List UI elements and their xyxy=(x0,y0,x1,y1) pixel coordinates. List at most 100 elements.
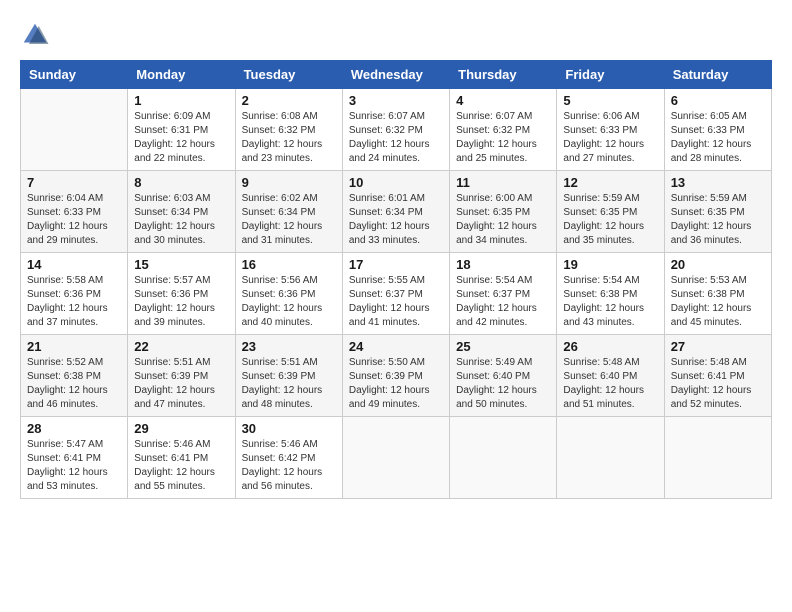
calendar-cell: 20Sunrise: 5:53 AMSunset: 6:38 PMDayligh… xyxy=(664,253,771,335)
calendar-cell: 14Sunrise: 5:58 AMSunset: 6:36 PMDayligh… xyxy=(21,253,128,335)
weekday-monday: Monday xyxy=(128,61,235,89)
day-info: Sunrise: 5:52 AMSunset: 6:38 PMDaylight:… xyxy=(27,356,121,412)
day-number: 5 xyxy=(563,93,657,108)
calendar-cell: 16Sunrise: 5:56 AMSunset: 6:36 PMDayligh… xyxy=(235,253,342,335)
weekday-saturday: Saturday xyxy=(664,61,771,89)
day-number: 17 xyxy=(349,257,443,272)
day-number: 16 xyxy=(242,257,336,272)
day-number: 24 xyxy=(349,339,443,354)
day-number: 9 xyxy=(242,175,336,190)
day-info: Sunrise: 6:07 AMSunset: 6:32 PMDaylight:… xyxy=(456,110,550,166)
day-info: Sunrise: 5:46 AMSunset: 6:42 PMDaylight:… xyxy=(242,438,336,494)
calendar-cell: 25 Sunrise: 5:49 AMSunset: 6:40 PMDayligh… xyxy=(450,335,557,417)
calendar-cell: 1 Sunrise: 6:09 AMSunset: 6:31 PMDaylight… xyxy=(128,89,235,171)
weekday-tuesday: Tuesday xyxy=(235,61,342,89)
calendar-cell xyxy=(21,89,128,171)
calendar-body: 1 Sunrise: 6:09 AMSunset: 6:31 PMDaylight… xyxy=(21,89,772,499)
day-number: 21 xyxy=(27,339,121,354)
calendar-week-2: 7Sunrise: 6:04 AMSunset: 6:33 PMDaylight… xyxy=(21,171,772,253)
calendar-cell: 28 Sunrise: 5:47 AMSunset: 6:41 PMDayligh… xyxy=(21,417,128,499)
calendar-cell: 10 Sunrise: 6:01 AMSunset: 6:34 PMDayligh… xyxy=(342,171,449,253)
day-info: Sunrise: 5:48 AMSunset: 6:41 PMDaylight:… xyxy=(671,356,765,412)
day-info: Sunrise: 6:01 AMSunset: 6:34 PMDaylight:… xyxy=(349,192,443,248)
day-info: Sunrise: 6:09 AMSunset: 6:31 PMDaylight:… xyxy=(134,110,228,166)
day-number: 2 xyxy=(242,93,336,108)
day-number: 12 xyxy=(563,175,657,190)
calendar-week-1: 1 Sunrise: 6:09 AMSunset: 6:31 PMDaylight… xyxy=(21,89,772,171)
calendar-cell: 21 Sunrise: 5:52 AMSunset: 6:38 PMDayligh… xyxy=(21,335,128,417)
calendar-cell: 9 Sunrise: 6:02 AMSunset: 6:34 PMDaylight… xyxy=(235,171,342,253)
calendar-cell: 12 Sunrise: 5:59 AMSunset: 6:35 PMDayligh… xyxy=(557,171,664,253)
weekday-sunday: Sunday xyxy=(21,61,128,89)
day-number: 27 xyxy=(671,339,765,354)
day-number: 25 xyxy=(456,339,550,354)
day-info: Sunrise: 6:02 AMSunset: 6:34 PMDaylight:… xyxy=(242,192,336,248)
day-info: Sunrise: 5:59 AMSunset: 6:35 PMDaylight:… xyxy=(563,192,657,248)
calendar-cell: 23 Sunrise: 5:51 AMSunset: 6:39 PMDayligh… xyxy=(235,335,342,417)
day-info: Sunrise: 5:51 AMSunset: 6:39 PMDaylight:… xyxy=(242,356,336,412)
calendar-cell: 11 Sunrise: 6:00 AMSunset: 6:35 PMDayligh… xyxy=(450,171,557,253)
day-number: 4 xyxy=(456,93,550,108)
calendar-cell: 3 Sunrise: 6:07 AMSunset: 6:32 PMDaylight… xyxy=(342,89,449,171)
day-info: Sunrise: 6:03 AMSunset: 6:34 PMDaylight:… xyxy=(134,192,228,248)
day-number: 6 xyxy=(671,93,765,108)
day-number: 28 xyxy=(27,421,121,436)
calendar-week-5: 28 Sunrise: 5:47 AMSunset: 6:41 PMDayligh… xyxy=(21,417,772,499)
day-number: 3 xyxy=(349,93,443,108)
day-number: 19 xyxy=(563,257,657,272)
day-info: Sunrise: 5:47 AMSunset: 6:41 PMDaylight:… xyxy=(27,438,121,494)
calendar-cell: 29Sunrise: 5:46 AMSunset: 6:41 PMDayligh… xyxy=(128,417,235,499)
weekday-thursday: Thursday xyxy=(450,61,557,89)
calendar-cell: 2 Sunrise: 6:08 AMSunset: 6:32 PMDaylight… xyxy=(235,89,342,171)
calendar-cell xyxy=(342,417,449,499)
calendar-cell: 5 Sunrise: 6:06 AMSunset: 6:33 PMDaylight… xyxy=(557,89,664,171)
day-number: 15 xyxy=(134,257,228,272)
day-number: 29 xyxy=(134,421,228,436)
weekday-wednesday: Wednesday xyxy=(342,61,449,89)
logo xyxy=(20,20,54,50)
day-number: 10 xyxy=(349,175,443,190)
day-info: Sunrise: 5:54 AMSunset: 6:38 PMDaylight:… xyxy=(563,274,657,330)
calendar-cell: 7Sunrise: 6:04 AMSunset: 6:33 PMDaylight… xyxy=(21,171,128,253)
day-info: Sunrise: 5:51 AMSunset: 6:39 PMDaylight:… xyxy=(134,356,228,412)
day-info: Sunrise: 5:49 AMSunset: 6:40 PMDaylight:… xyxy=(456,356,550,412)
day-number: 26 xyxy=(563,339,657,354)
calendar-cell: 26 Sunrise: 5:48 AMSunset: 6:40 PMDayligh… xyxy=(557,335,664,417)
day-number: 11 xyxy=(456,175,550,190)
day-info: Sunrise: 6:07 AMSunset: 6:32 PMDaylight:… xyxy=(349,110,443,166)
page-header xyxy=(20,20,772,50)
day-info: Sunrise: 5:59 AMSunset: 6:35 PMDaylight:… xyxy=(671,192,765,248)
day-number: 30 xyxy=(242,421,336,436)
logo-icon xyxy=(20,20,50,50)
calendar-cell: 4 Sunrise: 6:07 AMSunset: 6:32 PMDaylight… xyxy=(450,89,557,171)
day-info: Sunrise: 5:55 AMSunset: 6:37 PMDaylight:… xyxy=(349,274,443,330)
calendar-cell: 22 Sunrise: 5:51 AMSunset: 6:39 PMDayligh… xyxy=(128,335,235,417)
day-info: Sunrise: 5:53 AMSunset: 6:38 PMDaylight:… xyxy=(671,274,765,330)
calendar-cell xyxy=(557,417,664,499)
day-info: Sunrise: 6:00 AMSunset: 6:35 PMDaylight:… xyxy=(456,192,550,248)
day-number: 8 xyxy=(134,175,228,190)
day-number: 13 xyxy=(671,175,765,190)
day-info: Sunrise: 5:50 AMSunset: 6:39 PMDaylight:… xyxy=(349,356,443,412)
day-number: 1 xyxy=(134,93,228,108)
day-number: 18 xyxy=(456,257,550,272)
calendar-cell: 6 Sunrise: 6:05 AMSunset: 6:33 PMDaylight… xyxy=(664,89,771,171)
day-info: Sunrise: 5:48 AMSunset: 6:40 PMDaylight:… xyxy=(563,356,657,412)
calendar-cell: 8 Sunrise: 6:03 AMSunset: 6:34 PMDaylight… xyxy=(128,171,235,253)
day-number: 22 xyxy=(134,339,228,354)
calendar-cell: 15 Sunrise: 5:57 AMSunset: 6:36 PMDayligh… xyxy=(128,253,235,335)
weekday-header-row: SundayMondayTuesdayWednesdayThursdayFrid… xyxy=(21,61,772,89)
day-info: Sunrise: 6:08 AMSunset: 6:32 PMDaylight:… xyxy=(242,110,336,166)
calendar-cell xyxy=(450,417,557,499)
day-info: Sunrise: 5:58 AMSunset: 6:36 PMDaylight:… xyxy=(27,274,121,330)
day-info: Sunrise: 5:54 AMSunset: 6:37 PMDaylight:… xyxy=(456,274,550,330)
day-info: Sunrise: 6:06 AMSunset: 6:33 PMDaylight:… xyxy=(563,110,657,166)
day-info: Sunrise: 6:05 AMSunset: 6:33 PMDaylight:… xyxy=(671,110,765,166)
calendar-cell: 13 Sunrise: 5:59 AMSunset: 6:35 PMDayligh… xyxy=(664,171,771,253)
day-info: Sunrise: 5:57 AMSunset: 6:36 PMDaylight:… xyxy=(134,274,228,330)
calendar-cell: 27 Sunrise: 5:48 AMSunset: 6:41 PMDayligh… xyxy=(664,335,771,417)
day-number: 23 xyxy=(242,339,336,354)
weekday-friday: Friday xyxy=(557,61,664,89)
day-number: 7 xyxy=(27,175,121,190)
calendar-week-4: 21 Sunrise: 5:52 AMSunset: 6:38 PMDayligh… xyxy=(21,335,772,417)
